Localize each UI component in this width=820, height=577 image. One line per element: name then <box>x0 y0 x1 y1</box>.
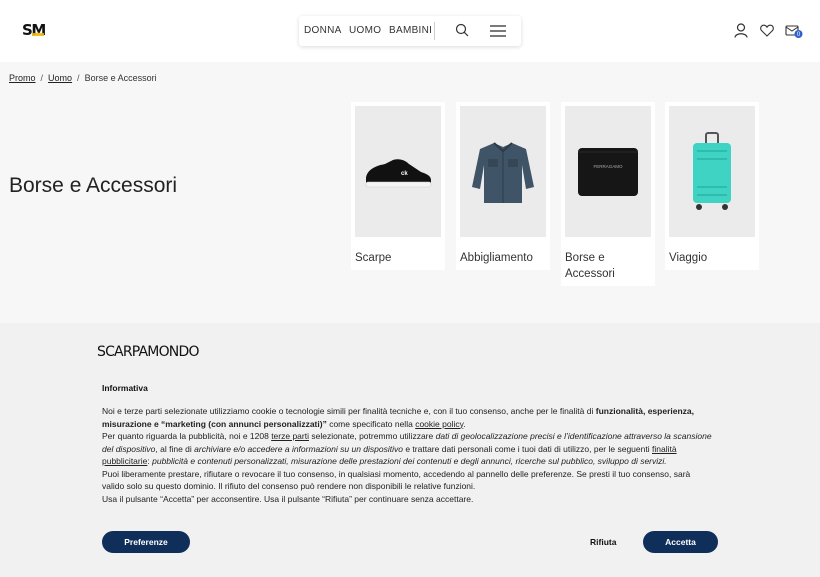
svg-text:ck: ck <box>401 171 408 177</box>
category-card-scarpe[interactable]: ck Scarpe <box>351 102 445 270</box>
category-label: Borse e Accessori <box>565 252 615 280</box>
cart-icon[interactable]: 0 <box>785 23 803 44</box>
category-label: Abbigliamento <box>460 252 533 264</box>
cookie-title: Informativa <box>102 383 148 393</box>
wallet-image: FERRAGAMO <box>565 106 651 237</box>
accept-button[interactable]: Accetta <box>643 531 718 553</box>
svg-text:FERRAGAMO: FERRAGAMO <box>593 164 623 169</box>
preferences-button[interactable]: Preferenze <box>102 531 190 553</box>
category-label: Scarpe <box>355 252 392 264</box>
menu-icon[interactable] <box>490 24 506 42</box>
site-header: SM DONNA UOMO BAMBINI 0 <box>0 0 820 62</box>
breadcrumb-promo[interactable]: Promo <box>9 73 36 83</box>
cookie-paragraph-1: Noi e terze parti selezionate utilizziam… <box>102 406 694 429</box>
logo-letter-m: M <box>31 21 46 39</box>
category-card-viaggio[interactable]: Viaggio <box>665 102 759 270</box>
breadcrumb-current: Borse e Accessori <box>84 73 157 83</box>
reject-button[interactable]: Rifiuta <box>590 537 616 547</box>
cookie-paragraph-3: Puoi liberamente prestare, rifiutare o r… <box>102 468 691 492</box>
main-nav: DONNA UOMO BAMBINI <box>299 16 521 46</box>
denim-shirt-image <box>460 106 546 237</box>
cookie-text: Noi e terze parti selezionate utilizziam… <box>102 405 712 505</box>
heart-icon[interactable] <box>760 24 774 42</box>
cookie-policy-link[interactable]: cookie policy <box>415 419 463 429</box>
category-card-abbigliamento[interactable]: Abbigliamento <box>456 102 550 270</box>
sneaker-image: ck <box>355 106 441 237</box>
breadcrumb: Promo / Uomo / Borse e Accessori <box>9 73 157 83</box>
category-label: Viaggio <box>669 252 708 264</box>
suitcase-image <box>669 106 755 237</box>
third-parties-link[interactable]: terze parti <box>271 431 309 441</box>
cookie-paragraph-4: Usa il pulsante “Accetta” per acconsenti… <box>102 493 474 504</box>
nav-bambini[interactable]: BAMBINI <box>389 25 432 36</box>
cookie-brand-logo: SCARPAMONDO <box>97 344 199 360</box>
nav-divider <box>434 22 435 40</box>
site-logo[interactable]: SM <box>22 21 46 39</box>
user-icon[interactable] <box>734 23 748 43</box>
breadcrumb-uomo[interactable]: Uomo <box>48 73 72 83</box>
logo-letter-s: S <box>22 21 33 39</box>
nav-uomo[interactable]: UOMO <box>349 25 381 36</box>
search-icon[interactable] <box>455 23 469 42</box>
page-title: Borse e Accessori <box>9 174 178 197</box>
nav-donna[interactable]: DONNA <box>304 25 342 36</box>
category-card-borse-accessori[interactable]: FERRAGAMO Borse e Accessori <box>561 102 655 286</box>
cookie-paragraph-2: Per quanto riguarda la pubblicità, noi e… <box>102 431 712 466</box>
